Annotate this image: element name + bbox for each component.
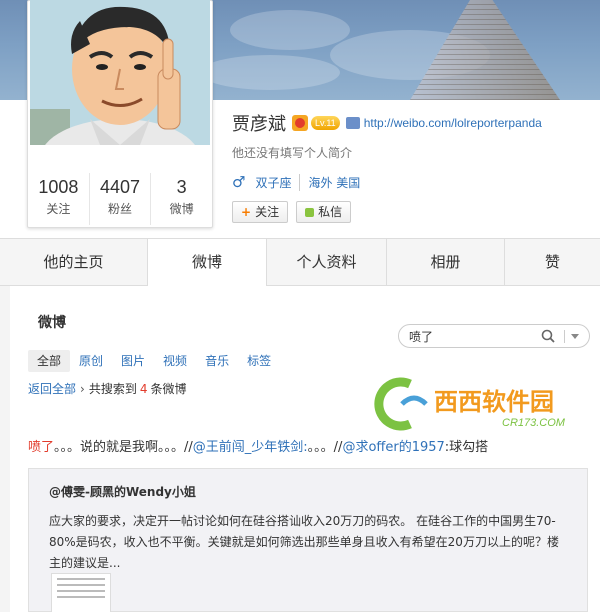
verified-badge-icon[interactable] xyxy=(292,115,308,131)
stat-posts-label: 微博 xyxy=(169,202,194,216)
tab-album[interactable]: 相册 xyxy=(387,239,505,286)
post-highlight: 喷了 xyxy=(28,440,55,455)
post-text-1: 。。。说的就是我啊。。。// xyxy=(54,440,193,455)
filter-all[interactable]: 全部 xyxy=(28,350,71,372)
post-text-3: :球勾搭 xyxy=(444,440,489,455)
search-divider xyxy=(564,330,565,343)
avatar-card: 1008 关注 4407 粉丝 3 微博 xyxy=(27,0,213,228)
stat-followers[interactable]: 4407 粉丝 xyxy=(90,173,152,225)
tag-location[interactable]: 海外 美国 xyxy=(299,173,368,191)
post-mention-1[interactable]: @王前闯_少年铁剑: xyxy=(193,440,308,455)
result-suffix: 条微博 xyxy=(150,382,187,396)
profile-bio: 他还没有填写个人简介 xyxy=(232,146,353,160)
feed-filters: 全部 原创 图片 视频 音乐 标签 xyxy=(28,350,280,372)
repost-author-link[interactable]: @傅雯-顾黑的Wendy小姐 xyxy=(49,483,196,500)
result-count: 4 xyxy=(139,381,148,396)
stat-posts[interactable]: 3 微博 xyxy=(151,173,212,225)
post-text-2: 。。。// xyxy=(307,440,343,455)
stat-following-label: 关注 xyxy=(46,202,71,216)
profile-stats: 1008 关注 4407 粉丝 3 微博 xyxy=(28,173,212,225)
filter-images[interactable]: 图片 xyxy=(112,350,154,372)
message-icon xyxy=(305,207,315,217)
filter-original[interactable]: 原创 xyxy=(70,350,112,372)
tag-zodiac[interactable]: 双子座 xyxy=(255,174,299,191)
back-to-all-link[interactable]: 返回全部 xyxy=(28,380,76,397)
tab-weibo[interactable]: 微博 xyxy=(148,239,267,287)
chevron-right-icon: › xyxy=(80,381,85,396)
profile-url-link[interactable]: http://weibo.com/lolreporterpanda xyxy=(364,116,542,130)
message-button-label: 私信 xyxy=(318,205,343,219)
watermark-logo: 西西软件园 CR173.COM xyxy=(374,374,596,434)
reposted-weibo: @傅雯-顾黑的Wendy小姐 应大家的要求，决定开一帖讨论如何在硅谷搭讪收入20… xyxy=(28,468,588,612)
chevron-down-icon[interactable] xyxy=(571,334,579,339)
post-content: 喷了。。。说的就是我啊。。。//@王前闯_少年铁剑:。。。//@求offer的1… xyxy=(28,436,488,455)
filter-music[interactable]: 音乐 xyxy=(196,350,238,372)
repost-thumbnail[interactable] xyxy=(51,573,111,612)
avatar[interactable] xyxy=(30,0,210,145)
section-title: 微博 xyxy=(38,315,66,331)
stat-followers-count: 4407 xyxy=(99,177,141,197)
tab-likes[interactable]: 赞 xyxy=(505,239,600,286)
tab-home[interactable]: 他的主页 xyxy=(0,239,148,286)
filter-video[interactable]: 视频 xyxy=(154,350,196,372)
level-badge[interactable]: Lv.11 xyxy=(311,116,340,130)
tab-profile-info[interactable]: 个人资料 xyxy=(267,239,387,286)
profile-name: 贾彦斌 xyxy=(232,114,286,135)
follow-button-label: 关注 xyxy=(255,205,280,219)
profile-tags: ♂ 双子座 海外 美国 xyxy=(232,173,542,191)
watermark-sub: CR173.COM xyxy=(502,417,566,429)
follow-button[interactable]: + 关注 xyxy=(232,201,289,223)
post-mention-2[interactable]: @求offer的1957 xyxy=(342,440,444,455)
link-icon xyxy=(345,117,360,129)
search-result-summary: 返回全部 › 共搜索到 4 条微博 xyxy=(28,380,187,397)
stat-following-count: 1008 xyxy=(38,177,79,197)
profile-info: 贾彦斌 Lv.11 http://weibo.com/lolreporterpa… xyxy=(232,110,542,223)
stat-posts-count: 3 xyxy=(176,177,187,197)
search-icon[interactable] xyxy=(541,329,555,343)
profile-actions: + 关注 私信 xyxy=(232,201,542,223)
result-prefix: 共搜索到 xyxy=(88,382,137,396)
search-box[interactable] xyxy=(398,324,590,348)
stat-followers-label: 粉丝 xyxy=(108,202,133,216)
male-icon: ♂ xyxy=(232,173,246,191)
stat-following[interactable]: 1008 关注 xyxy=(28,173,90,225)
search-input[interactable] xyxy=(409,329,529,343)
watermark-text: 西西软件园 xyxy=(434,388,554,416)
filter-tags[interactable]: 标签 xyxy=(238,350,280,372)
message-button[interactable]: 私信 xyxy=(296,201,352,223)
plus-icon: + xyxy=(241,205,252,219)
weibo-feed: 微博 全部 原创 图片 视频 音乐 标签 返回全部 › 共搜索到 4 条微博 西… xyxy=(10,286,600,612)
profile-tabs: 他的主页 微博 个人资料 相册 赞 xyxy=(0,238,600,287)
repost-body: 应大家的要求，决定开一帖讨论如何在硅谷搭讪收入20万刀的码农。 在硅谷工作的中国… xyxy=(49,514,559,570)
